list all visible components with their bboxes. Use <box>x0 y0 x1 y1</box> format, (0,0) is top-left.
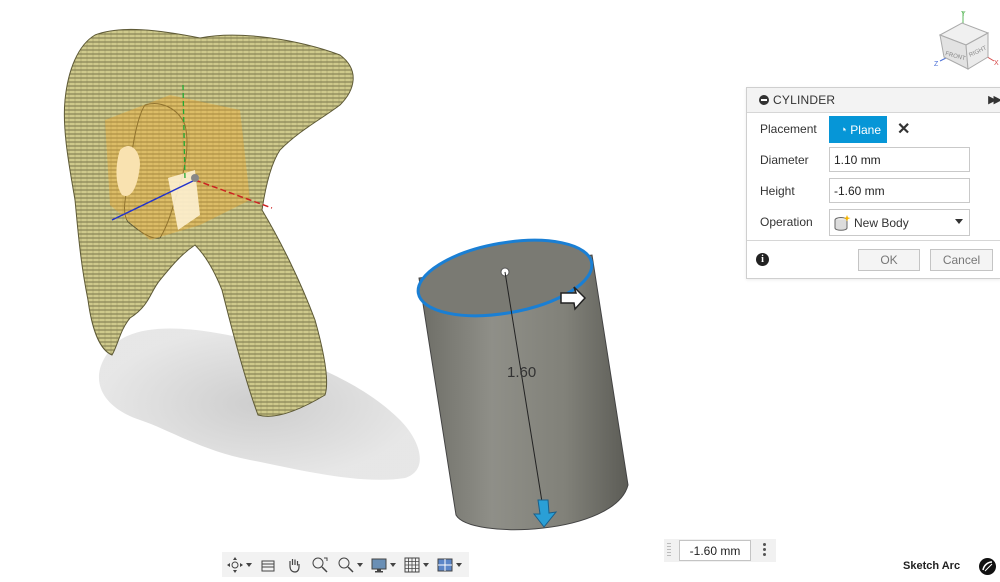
look-at-icon <box>261 560 275 571</box>
expand-icon[interactable]: ▶▶ <box>988 93 1000 106</box>
placement-label: Placement <box>760 122 817 136</box>
display-settings-button[interactable] <box>370 552 399 577</box>
zoom-window-icon <box>312 557 328 573</box>
svg-text:Z: Z <box>934 61 939 68</box>
operation-label: Operation <box>760 215 813 229</box>
orbit-icon <box>227 556 243 573</box>
plane-select-label: Plane <box>850 122 881 137</box>
height-input[interactable] <box>829 178 970 203</box>
dialog-header: CYLINDER ▶▶ <box>747 88 1000 113</box>
operation-select[interactable]: New Body <box>829 209 970 236</box>
height-row: Height <box>747 177 1000 205</box>
zoom-window-button[interactable] <box>311 552 329 577</box>
grid-settings-button[interactable] <box>403 552 432 577</box>
new-body-icon <box>834 214 851 231</box>
chevron-down-icon <box>955 219 963 224</box>
svg-text:X: X <box>994 60 999 67</box>
pan-button[interactable] <box>285 552 303 577</box>
pan-icon <box>289 558 300 573</box>
operation-row: Operation New Body <box>747 208 1000 236</box>
diameter-input[interactable] <box>829 147 970 172</box>
navigation-toolbar <box>222 552 469 577</box>
operation-value: New Body <box>854 215 909 230</box>
viewports-button[interactable] <box>436 552 465 577</box>
dialog-footer: i OK Cancel <box>747 240 1000 278</box>
sketch-mode-label: Sketch Arc <box>903 560 961 572</box>
diameter-label: Diameter <box>760 153 809 167</box>
dimension-label[interactable]: 1.60 <box>507 364 536 381</box>
dialog-title: CYLINDER <box>773 93 836 107</box>
collapse-icon[interactable] <box>759 95 769 105</box>
info-icon[interactable]: i <box>756 253 769 266</box>
view-cube[interactable]: Y Z X FRONT RIGHT <box>930 5 1000 75</box>
height-label: Height <box>760 184 795 198</box>
orbit-button[interactable] <box>226 552 255 577</box>
sketch-arc-icon[interactable] <box>979 558 996 575</box>
on-canvas-value-box <box>664 539 776 562</box>
zoom-fit-button[interactable] <box>337 552 366 577</box>
display-settings-icon <box>371 558 387 572</box>
ok-button[interactable]: OK <box>858 249 920 271</box>
clear-selection-icon[interactable]: ✕ <box>897 119 910 139</box>
cancel-button[interactable]: Cancel <box>930 249 993 271</box>
zoom-fit-icon <box>338 557 354 573</box>
cylinder-dialog: CYLINDER ▶▶ Placement Plane ✕ Diameter H… <box>746 87 1000 279</box>
height-value-input[interactable] <box>679 540 751 561</box>
viewports-icon <box>437 558 453 571</box>
more-options-icon[interactable] <box>763 543 766 558</box>
svg-text:Y: Y <box>961 11 966 18</box>
diameter-row: Diameter <box>747 146 1000 174</box>
grid-icon <box>404 557 420 572</box>
drag-grip-icon[interactable] <box>667 543 671 558</box>
placement-row: Placement Plane ✕ <box>747 115 1000 143</box>
cursor-icon <box>843 127 847 132</box>
plane-select-button[interactable]: Plane <box>829 116 887 143</box>
look-at-button[interactable] <box>259 552 277 577</box>
